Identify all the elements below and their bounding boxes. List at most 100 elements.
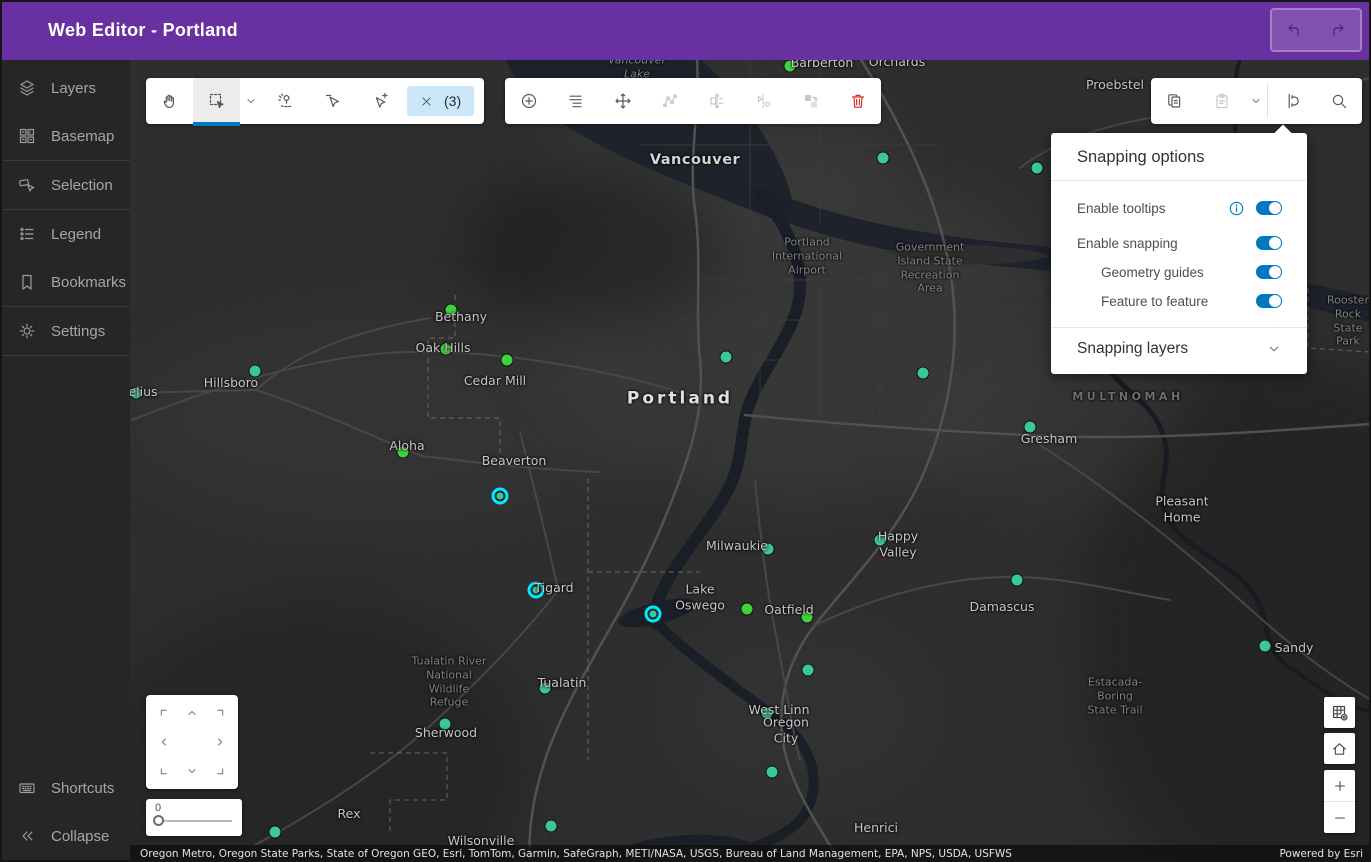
undo-button[interactable] [1272, 10, 1316, 50]
pan-tool[interactable] [146, 78, 193, 124]
pan-down-button[interactable] [178, 756, 206, 785]
geometry-guides-toggle[interactable] [1256, 265, 1282, 279]
map-point[interactable] [876, 151, 890, 165]
pan-down-left-button[interactable] [150, 756, 178, 785]
pan-left-button[interactable] [150, 728, 178, 757]
subtract-from-selection-tool[interactable] [309, 78, 356, 124]
keyboard-icon [18, 779, 36, 797]
enable-snapping-toggle[interactable] [1256, 236, 1282, 250]
sidebar-item-label: Basemap [51, 127, 115, 145]
map-point[interactable] [801, 663, 815, 677]
map-point-selected[interactable] [647, 608, 659, 620]
map-label-henrici: Henrici [854, 820, 898, 836]
select-rectangle-tool[interactable] [193, 78, 240, 126]
pan-up-button[interactable] [178, 699, 206, 728]
map-point[interactable] [544, 819, 558, 833]
feature-to-feature-toggle[interactable] [1256, 294, 1282, 308]
redo-button[interactable] [1316, 10, 1360, 50]
duplicate-tool[interactable] [787, 78, 834, 124]
map-point[interactable] [916, 366, 930, 380]
utility-toolbar [1151, 78, 1362, 124]
sidebar-item-bookmarks[interactable]: Bookmarks [0, 258, 130, 306]
rotation-slider-track[interactable] [153, 815, 232, 826]
select-by-polygon-tool[interactable] [262, 78, 309, 124]
feature-table-group [1324, 697, 1355, 728]
sidebar: Layers Basemap Selection Legend Bookmarks Set… [0, 60, 130, 862]
map-canvas[interactable]: Vancouver LakeBarbertonOrchardsProebstel… [130, 60, 1371, 862]
map-label-beaverton: Beaverton [481, 453, 547, 469]
pan-down-right-button[interactable] [206, 756, 234, 785]
map-label-estacada: Estacada- Boring State Trail [1087, 675, 1143, 716]
clear-selection-button[interactable]: (3) [407, 86, 475, 116]
rotation-slider-handle[interactable] [153, 815, 164, 826]
copy-button[interactable] [1151, 78, 1198, 124]
snap-row-label: Enable tooltips [1077, 200, 1166, 216]
pan-up-left-button[interactable] [150, 699, 178, 728]
map-label-vancouver: Vancouver [649, 151, 741, 168]
map-point[interactable] [760, 706, 774, 720]
sidebar-item-settings[interactable]: Settings [0, 307, 130, 355]
add-to-selection-tool[interactable] [356, 78, 403, 124]
map-point[interactable] [873, 533, 887, 547]
map-point[interactable] [800, 610, 814, 624]
map-point[interactable] [130, 386, 143, 400]
map-point[interactable] [765, 765, 779, 779]
map-point[interactable] [439, 342, 453, 356]
map-point-selected[interactable] [530, 584, 542, 596]
split-icon [755, 92, 773, 110]
close-icon [420, 95, 433, 108]
snapping-button[interactable] [1268, 78, 1315, 124]
map-point[interactable] [500, 353, 514, 367]
map-point[interactable] [438, 717, 452, 731]
map-point[interactable] [1030, 161, 1044, 175]
info-icon[interactable] [1228, 200, 1245, 217]
select-options-dropdown[interactable] [240, 78, 262, 124]
gear-icon [18, 322, 36, 340]
sidebar-item-basemap[interactable]: Basemap [0, 112, 130, 160]
map-point[interactable] [538, 681, 552, 695]
map-point[interactable] [740, 602, 754, 616]
paste-button[interactable] [1198, 78, 1245, 124]
paste-options-dropdown[interactable] [1245, 78, 1267, 124]
zoom-out-button[interactable] [1324, 802, 1355, 833]
create-features-button[interactable] [505, 78, 552, 124]
feature-table-button[interactable] [1324, 697, 1355, 728]
feature-templates-button[interactable] [552, 78, 599, 124]
map-point[interactable] [783, 60, 797, 73]
map-point[interactable] [444, 303, 458, 317]
search-button[interactable] [1315, 78, 1362, 124]
sidebar-item-collapse[interactable]: Collapse [0, 812, 130, 860]
search-icon [1330, 92, 1348, 110]
enable-tooltips-toggle[interactable] [1256, 201, 1282, 215]
split-tool[interactable] [740, 78, 787, 124]
map-point[interactable] [719, 350, 733, 364]
magnet-icon [1283, 92, 1301, 110]
map-point[interactable] [1258, 639, 1272, 653]
map-label-damascus: Damascus [969, 599, 1035, 615]
sidebar-item-layers[interactable]: Layers [0, 64, 130, 112]
sidebar-item-legend[interactable]: Legend [0, 210, 130, 258]
reshape-tool[interactable] [693, 78, 740, 124]
pan-pad [146, 695, 238, 789]
zoom-in-button[interactable] [1324, 770, 1355, 801]
home-button[interactable] [1324, 733, 1355, 764]
map-point[interactable] [248, 364, 262, 378]
map-point[interactable] [761, 542, 775, 556]
map-label-milwaukie: Milwaukie [706, 538, 768, 554]
pan-right-button[interactable] [206, 728, 234, 757]
map-point-selected[interactable] [494, 490, 506, 502]
legend-icon [18, 225, 36, 243]
delete-button[interactable] [834, 78, 881, 124]
move-tool[interactable] [599, 78, 646, 124]
sidebar-item-selection[interactable]: Selection [0, 161, 130, 209]
map-point[interactable] [1010, 573, 1024, 587]
snapping-panel-title: Snapping options [1077, 148, 1205, 166]
map-point[interactable] [396, 445, 410, 459]
map-point[interactable] [268, 825, 282, 839]
selection-count: (3) [444, 93, 462, 109]
sidebar-item-shortcuts[interactable]: Shortcuts [0, 764, 130, 812]
edit-vertices-tool[interactable] [646, 78, 693, 124]
map-point[interactable] [1023, 420, 1037, 434]
pan-up-right-button[interactable] [206, 699, 234, 728]
snapping-layers-section[interactable]: Snapping layers [1051, 328, 1307, 374]
